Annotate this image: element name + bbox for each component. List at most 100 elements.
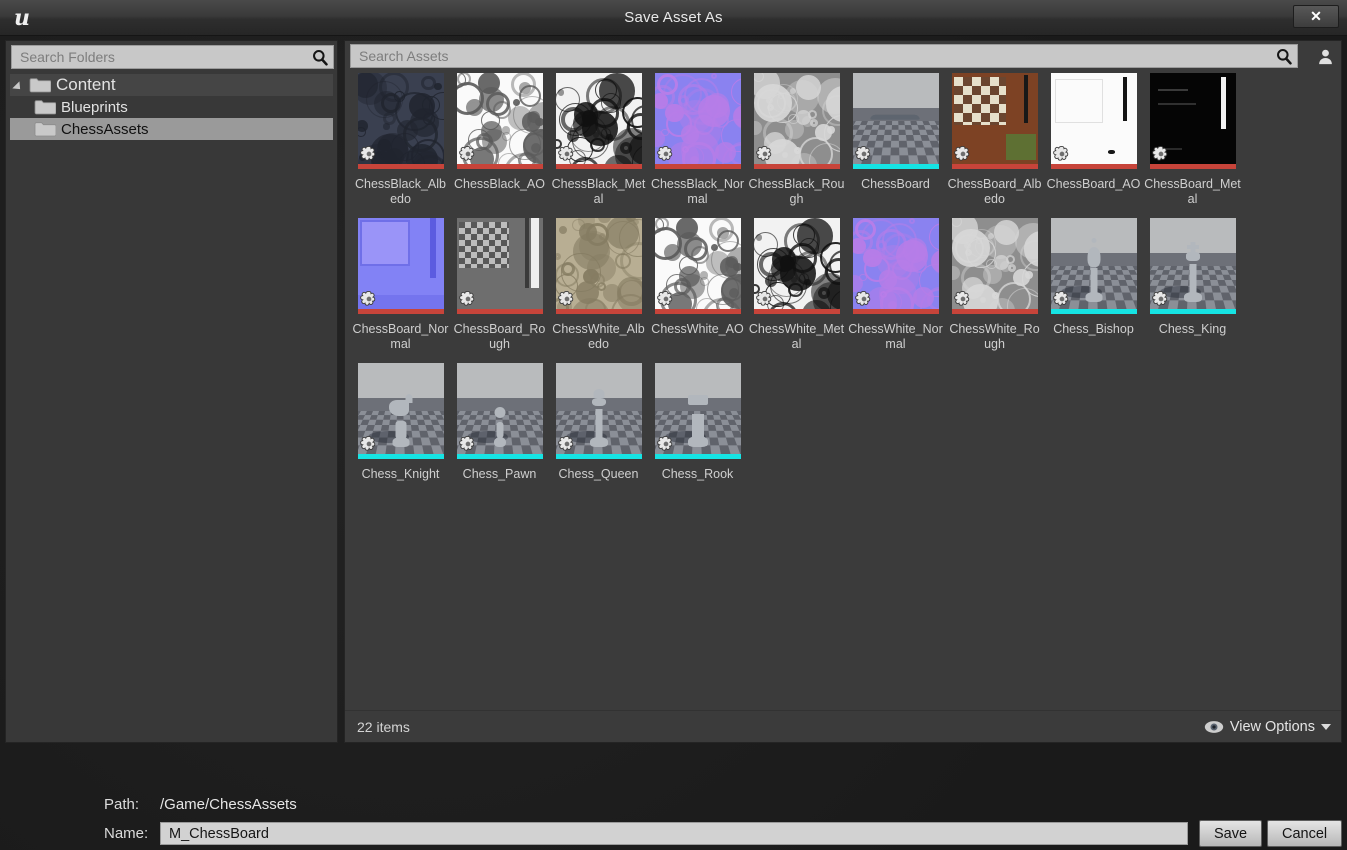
asset-tile[interactable]: Chess_Queen: [549, 362, 648, 507]
asset-status-badge-icon: [557, 145, 576, 163]
asset-tile[interactable]: ChessWhite_Rough: [945, 217, 1044, 362]
path-row: Path: /Game/ChessAssets: [104, 796, 297, 813]
item-count-label: 22 items: [357, 718, 410, 735]
asset-tile[interactable]: Chess_King: [1143, 217, 1242, 362]
search-assets-input[interactable]: Search Assets: [350, 44, 1298, 68]
asset-thumbnail[interactable]: [951, 218, 1038, 314]
asset-type-bar: [1149, 164, 1236, 169]
asset-tile[interactable]: ChessBoard_AO: [1044, 72, 1143, 217]
tree-item-label: ChessAssets: [61, 120, 149, 138]
asset-tile[interactable]: Chess_Pawn: [450, 362, 549, 507]
asset-label: Chess_Rook: [661, 467, 734, 481]
asset-thumbnail[interactable]: [555, 73, 642, 169]
asset-status-badge-icon: [1151, 290, 1170, 308]
asset-thumbnail[interactable]: [753, 218, 840, 314]
asset-thumbnail[interactable]: [1149, 218, 1236, 314]
asset-name-input[interactable]: M_ChessBoard: [160, 822, 1188, 845]
asset-label: ChessBlack_Rough: [748, 177, 845, 206]
search-icon[interactable]: [307, 49, 333, 66]
asset-thumbnail[interactable]: [456, 73, 543, 169]
asset-thumbnail[interactable]: [852, 218, 939, 314]
asset-tile[interactable]: ChessBlack_AO: [450, 72, 549, 217]
folder-panel: Search Folders Content Blueprints ChessAss…: [5, 40, 338, 743]
asset-label: ChessBlack_Albedo: [354, 177, 446, 206]
asset-thumbnail[interactable]: [456, 218, 543, 314]
search-folders-input[interactable]: Search Folders: [11, 45, 334, 69]
search-icon[interactable]: [1271, 48, 1297, 65]
user-icon[interactable]: [1313, 45, 1337, 67]
asset-tile[interactable]: ChessBoard_Normal: [351, 217, 450, 362]
tree-item-blueprints[interactable]: Blueprints: [10, 96, 333, 118]
asset-type-bar: [654, 164, 741, 169]
asset-tile[interactable]: ChessWhite_Normal: [846, 217, 945, 362]
asset-tile[interactable]: ChessBlack_Metal: [549, 72, 648, 217]
asset-status-badge-icon: [755, 145, 774, 163]
folder-tree: Content Blueprints ChessAssets: [10, 74, 333, 140]
asset-panel: Search Assets ChessBlack_Albedo ChessBlac…: [344, 40, 1342, 743]
asset-thumbnail[interactable]: [357, 363, 444, 459]
asset-label: ChessWhite_AO: [651, 322, 744, 336]
title-bar: 𝒖 Save Asset As ✕: [0, 0, 1347, 36]
asset-type-bar: [753, 309, 840, 314]
asset-status-badge-icon: [359, 145, 378, 163]
asset-thumbnail[interactable]: [654, 73, 741, 169]
asset-type-bar: [852, 164, 939, 169]
asset-thumbnail[interactable]: [753, 73, 840, 169]
asset-thumbnail[interactable]: [852, 73, 939, 169]
asset-type-bar: [1050, 164, 1137, 169]
asset-thumbnail[interactable]: [456, 363, 543, 459]
asset-label: ChessBlack_AO: [453, 177, 545, 191]
save-button[interactable]: Save: [1199, 820, 1263, 847]
asset-tile[interactable]: ChessBoard: [846, 72, 945, 217]
asset-thumbnail[interactable]: [1149, 73, 1236, 169]
asset-tile[interactable]: ChessBoard_Albedo: [945, 72, 1044, 217]
asset-thumbnail[interactable]: [1050, 218, 1137, 314]
asset-tile[interactable]: ChessBoard_Rough: [450, 217, 549, 362]
close-button[interactable]: ✕: [1293, 5, 1339, 28]
asset-tile[interactable]: Chess_Bishop: [1044, 217, 1143, 362]
asset-tile[interactable]: ChessBlack_Rough: [747, 72, 846, 217]
asset-thumbnail[interactable]: [654, 363, 741, 459]
asset-tile[interactable]: ChessBlack_Normal: [648, 72, 747, 217]
asset-thumbnail[interactable]: [357, 218, 444, 314]
asset-tile[interactable]: ChessWhite_Albedo: [549, 217, 648, 362]
path-value: /Game/ChessAssets: [160, 796, 297, 813]
window-title: Save Asset As: [624, 9, 723, 26]
asset-thumbnail[interactable]: [654, 218, 741, 314]
asset-tile[interactable]: Chess_Knight: [351, 362, 450, 507]
asset-type-bar: [753, 164, 840, 169]
asset-tile[interactable]: ChessWhite_Metal: [747, 217, 846, 362]
asset-tile[interactable]: Chess_Rook: [648, 362, 747, 507]
cancel-button[interactable]: Cancel: [1267, 820, 1343, 847]
asset-status-badge-icon: [458, 145, 477, 163]
search-folders-placeholder: Search Folders: [20, 49, 115, 65]
folder-icon: [29, 77, 51, 93]
asset-status-badge-icon: [953, 290, 972, 308]
asset-label: ChessBoard_Normal: [352, 322, 449, 351]
asset-tile[interactable]: ChessWhite_AO: [648, 217, 747, 362]
asset-status-badge-icon: [359, 290, 378, 308]
tree-item-chessassets[interactable]: ChessAssets: [10, 118, 333, 140]
asset-thumbnail[interactable]: [951, 73, 1038, 169]
tree-item-content[interactable]: Content: [10, 74, 333, 96]
asset-tile[interactable]: ChessBlack_Albedo: [351, 72, 450, 217]
expand-arrow-icon[interactable]: [14, 79, 27, 92]
asset-tile[interactable]: ChessBoard_Metal: [1143, 72, 1242, 217]
asset-type-bar: [951, 164, 1038, 169]
asset-label: Chess_Queen: [558, 467, 639, 481]
asset-status-badge-icon: [1052, 290, 1071, 308]
asset-thumbnail[interactable]: [555, 363, 642, 459]
asset-label: ChessWhite_Albedo: [552, 322, 645, 351]
asset-grid: ChessBlack_Albedo ChessBlack_AO ChessBlack…: [351, 72, 1337, 712]
asset-thumbnail[interactable]: [555, 218, 642, 314]
asset-type-bar: [456, 309, 543, 314]
asset-thumbnail[interactable]: [357, 73, 444, 169]
view-options-button[interactable]: View Options: [1204, 719, 1331, 735]
name-label: Name:: [104, 825, 149, 842]
asset-type-bar: [555, 309, 642, 314]
asset-thumbnail[interactable]: [1050, 73, 1137, 169]
asset-status-badge-icon: [854, 290, 873, 308]
tree-item-label: Blueprints: [61, 98, 128, 116]
asset-label: ChessBlack_Normal: [650, 177, 745, 206]
asset-label: Chess_Bishop: [1053, 322, 1134, 336]
